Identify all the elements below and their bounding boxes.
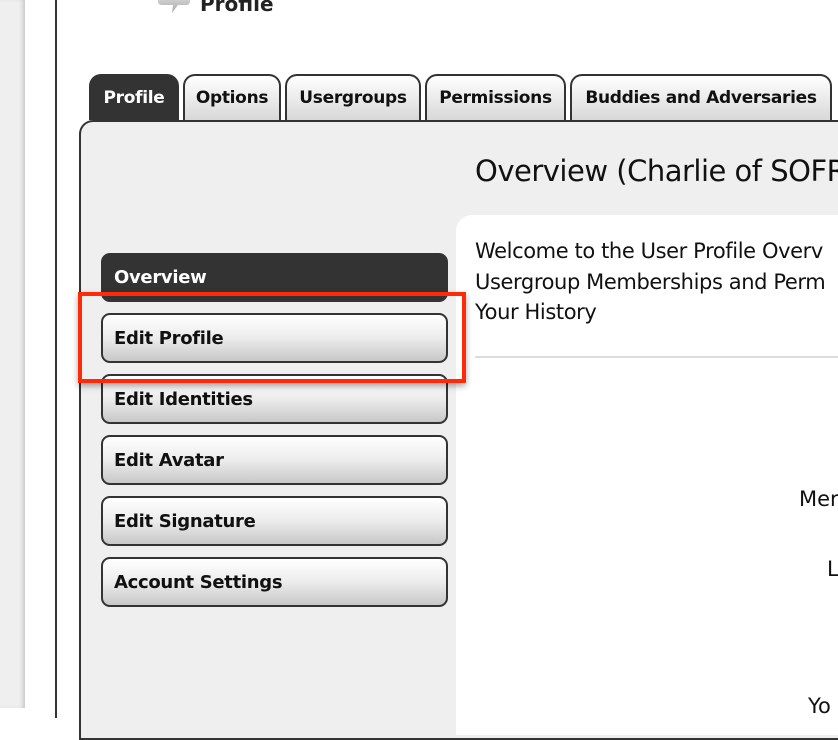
window-left-gutter: [0, 0, 25, 708]
profile-side-nav: Overview Edit Profile Edit Identities Ed…: [101, 253, 448, 618]
tab-options[interactable]: Options: [183, 74, 281, 120]
nav-item-overview[interactable]: Overview: [101, 253, 448, 302]
page-title: Profile: [200, 0, 274, 16]
nav-item-account-settings[interactable]: Account Settings: [101, 557, 448, 607]
nav-item-edit-avatar[interactable]: Edit Avatar: [101, 435, 448, 485]
tab-buddies-and-adversaries[interactable]: Buddies and Adversaries: [570, 74, 832, 120]
stat-label-members: Mer: [799, 487, 838, 511]
stat-label-l: L: [827, 557, 838, 581]
tab-permissions[interactable]: Permissions: [425, 74, 566, 120]
welcome-line: Welcome to the User Profile Overv: [475, 239, 823, 263]
welcome-text: Welcome to the User Profile Overv Usergr…: [475, 236, 826, 328]
profile-tabs: Profile Options Usergroups Permissions B…: [89, 74, 832, 120]
content-title: Overview (Charlie of SOFRE: [475, 154, 838, 188]
nav-item-edit-profile[interactable]: Edit Profile: [101, 313, 448, 363]
welcome-line: Your History: [475, 300, 597, 324]
speech-bubble-icon: [158, 0, 190, 17]
tab-usergroups[interactable]: Usergroups: [285, 74, 421, 120]
nav-item-edit-signature[interactable]: Edit Signature: [101, 496, 448, 546]
nav-item-edit-identities[interactable]: Edit Identities: [101, 374, 448, 424]
tab-profile[interactable]: Profile: [89, 74, 179, 120]
content-divider: [475, 356, 838, 358]
stat-label-your: Yo: [808, 694, 831, 718]
welcome-line: Usergroup Memberships and Perm: [475, 269, 826, 294]
page-heading: Profile: [158, 0, 274, 18]
